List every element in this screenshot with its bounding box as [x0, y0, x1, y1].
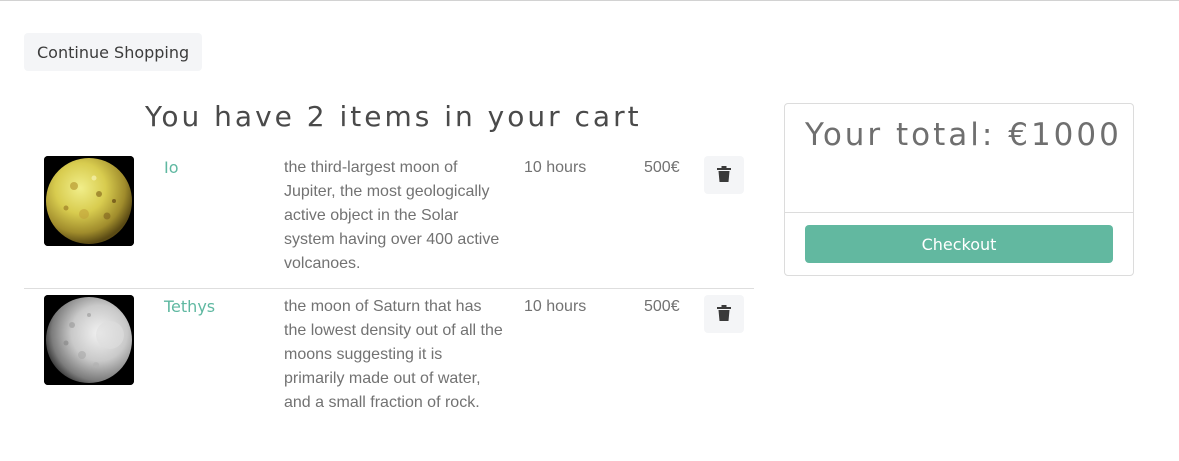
item-name-link[interactable]: Io: [164, 158, 179, 177]
cart-heading: You have 2 items in your cart: [145, 100, 642, 133]
summary-divider: [785, 212, 1133, 213]
item-image-io[interactable]: [44, 156, 134, 246]
cart-total: Your total: €1000: [805, 117, 1122, 153]
item-price: 500€: [644, 298, 680, 315]
trash-icon: [717, 165, 731, 185]
checkout-button[interactable]: Checkout: [805, 225, 1113, 263]
item-duration: 10 hours: [524, 159, 587, 176]
delete-item-button[interactable]: [704, 295, 744, 333]
cart-item-row: Tethys the moon of Saturn that has the l…: [24, 289, 754, 429]
item-description: the third-largest moon of Jupiter, the m…: [284, 159, 500, 272]
top-divider: [0, 0, 1179, 1]
cart-item-row: Io the third-largest moon of Jupiter, th…: [24, 150, 754, 289]
item-duration: 10 hours: [524, 298, 587, 315]
trash-icon: [717, 304, 731, 324]
continue-shopping-button[interactable]: Continue Shopping: [24, 33, 203, 71]
item-description: the moon of Saturn that has the lowest d…: [284, 298, 503, 411]
item-image-tethys[interactable]: [44, 295, 134, 385]
delete-item-button[interactable]: [704, 156, 744, 194]
item-price: 500€: [644, 159, 680, 176]
item-name-link[interactable]: Tethys: [164, 297, 215, 316]
order-summary-card: Your total: €1000 Checkout: [784, 103, 1134, 276]
